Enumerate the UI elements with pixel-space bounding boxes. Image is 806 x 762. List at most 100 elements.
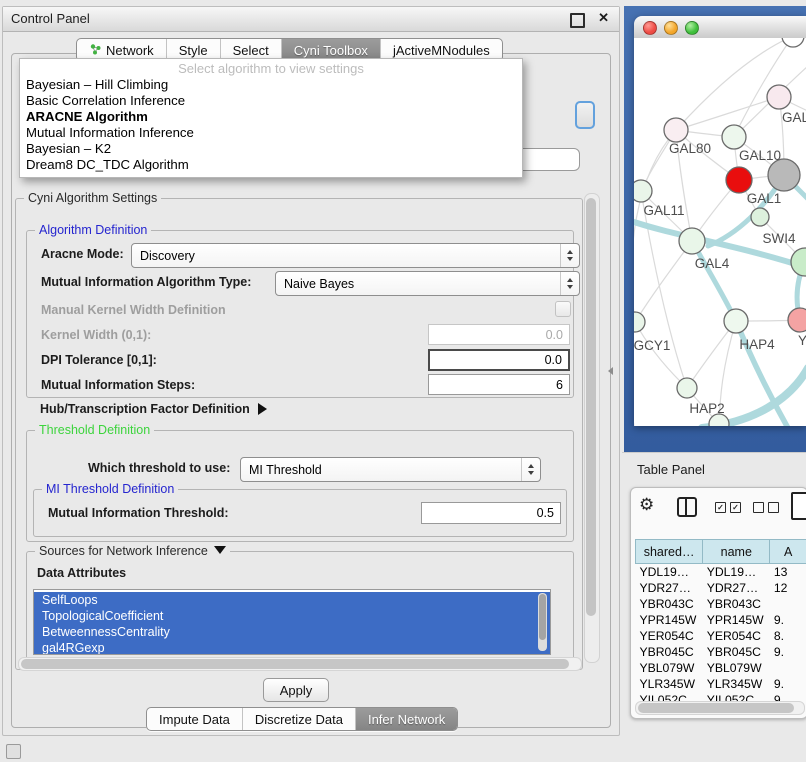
table-cell[interactable]: YER054C (703, 628, 770, 644)
network-node[interactable] (767, 85, 791, 109)
table-row[interactable]: YPR145WYPR145W9. (636, 612, 806, 628)
network-node[interactable] (724, 309, 748, 333)
deselect-all-icon[interactable] (753, 502, 779, 513)
document-icon[interactable] (791, 492, 806, 520)
float-window-icon[interactable] (570, 13, 585, 28)
network-node[interactable] (634, 312, 645, 332)
close-traffic-light-icon[interactable] (643, 21, 657, 35)
table-cell[interactable]: YBL079W (636, 660, 703, 676)
table-cell[interactable]: 9. (770, 676, 806, 692)
minimize-traffic-light-icon[interactable] (664, 21, 678, 35)
network-edge-highlighted[interactable] (692, 241, 736, 321)
table-cell[interactable]: YER054C (636, 628, 703, 644)
table-hscroll-thumb[interactable] (638, 703, 794, 713)
table-cell[interactable]: YBR045C (636, 644, 703, 660)
table-cell[interactable]: YBL079W (703, 660, 770, 676)
network-node[interactable] (679, 228, 705, 254)
network-window-titlebar[interactable] (634, 16, 806, 39)
tab-impute-data[interactable]: Impute Data (147, 708, 242, 730)
expand-arrow-icon[interactable] (258, 403, 267, 415)
table-cell[interactable]: 12 (770, 580, 806, 596)
tab-discretize-data[interactable]: Discretize Data (242, 708, 355, 730)
table-cell[interactable]: YLR345W (703, 676, 770, 692)
table-cell[interactable]: YPR145W (636, 612, 703, 628)
network-canvas[interactable]: GALGAL80GAL10GAL1GAL11SWI4GAL4GCY1HAP4YH… (634, 38, 806, 426)
collapse-arrow-icon[interactable] (214, 546, 226, 554)
network-edge[interactable] (676, 38, 793, 130)
network-node[interactable] (726, 167, 752, 193)
settings-vscroll-thumb[interactable] (586, 198, 596, 616)
table-row[interactable]: YBR045CYBR045C9. (636, 644, 806, 660)
table-cell[interactable]: YPR145W (703, 612, 770, 628)
table-cell[interactable]: 9. (770, 612, 806, 628)
attribute-item-selfloops[interactable]: SelfLoops (34, 592, 550, 608)
column-header-a[interactable]: A (770, 540, 806, 564)
table-cell[interactable]: YDR27… (703, 580, 770, 596)
network-node[interactable] (664, 118, 688, 142)
table-cell[interactable]: 9. (770, 644, 806, 660)
attribute-item-gal4rgexp[interactable]: gal4RGexp (34, 640, 550, 655)
close-icon[interactable]: ✕ (598, 10, 609, 26)
attributes-scrollbar[interactable] (538, 593, 547, 651)
network-edge[interactable] (641, 191, 687, 388)
algorithm-option-dream8-dc-tdc-algorithm[interactable]: Dream8 DC_TDC Algorithm (20, 157, 522, 173)
splitter-collapse-icon[interactable] (608, 367, 613, 375)
table-row[interactable]: YBL079WYBL079W (636, 660, 806, 676)
table-cell[interactable]: YLR345W (636, 676, 703, 692)
attributes-scrollbar-thumb[interactable] (539, 594, 546, 640)
table-row[interactable]: YDL19…YDL19…13 (636, 564, 806, 581)
network-node[interactable] (751, 208, 769, 226)
select-all-icon[interactable]: ✓✓ (715, 502, 741, 513)
table-row[interactable]: YER054CYER054C8. (636, 628, 806, 644)
table-cell[interactable]: YDL19… (703, 564, 770, 581)
columns-icon[interactable] (677, 497, 697, 517)
network-node[interactable] (791, 248, 806, 276)
spinner-icon[interactable] (521, 458, 540, 481)
table-row[interactable]: YBR043CYBR043C (636, 596, 806, 612)
sources-group-title[interactable]: Sources for Network Inference (35, 544, 230, 558)
table-cell[interactable]: 13 (770, 564, 806, 581)
manual-kernel-checkbox[interactable] (555, 301, 571, 317)
tab-infer-network[interactable]: Infer Network (355, 708, 457, 730)
algorithm-option-bayesian-hill-climbing[interactable]: Bayesian – Hill Climbing (20, 77, 522, 93)
hub-definition-toggle[interactable]: Hub/Transcription Factor Definition (40, 402, 267, 416)
settings-vertical-scrollbar[interactable] (584, 193, 600, 663)
table-cell[interactable]: YBR045C (703, 644, 770, 660)
column-header-name[interactable]: name (703, 540, 770, 564)
network-edge[interactable] (635, 322, 687, 388)
algorithm-option-mutual-information-inference[interactable]: Mutual Information Inference (20, 125, 522, 141)
network-node[interactable] (722, 125, 746, 149)
table-cell[interactable]: YBR043C (636, 596, 703, 612)
help-button[interactable] (575, 101, 595, 129)
attribute-item-betweennesscentrality[interactable]: BetweennessCentrality (34, 624, 550, 640)
network-node[interactable] (782, 38, 804, 47)
network-node[interactable] (768, 159, 800, 191)
algorithm-option-basic-correlation-inference[interactable]: Basic Correlation Inference (20, 93, 522, 109)
which-threshold-select[interactable]: MI Threshold (240, 457, 541, 482)
gear-icon[interactable]: ⚙ (639, 496, 654, 513)
column-header-shared[interactable]: shared… (636, 540, 703, 564)
mi-type-select[interactable]: Naive Bayes (275, 271, 580, 296)
attribute-item-topologicalcoefficient[interactable]: TopologicalCoefficient (34, 608, 550, 624)
table-cell[interactable]: YDR27… (636, 580, 703, 596)
network-selector-fragment[interactable] (521, 148, 580, 171)
table-cell[interactable] (770, 596, 806, 612)
network-node[interactable] (634, 180, 652, 202)
table-cell[interactable]: 8. (770, 628, 806, 644)
spinner-icon[interactable] (560, 244, 579, 267)
algorithm-option-bayesian-k2[interactable]: Bayesian – K2 (20, 141, 522, 157)
kernel-width-field[interactable] (428, 324, 570, 345)
dpi-tolerance-field[interactable] (428, 349, 570, 371)
mi-threshold-field[interactable] (421, 502, 561, 524)
aracne-mode-select[interactable]: Discovery (131, 243, 580, 268)
settings-hscroll-thumb[interactable] (21, 659, 569, 669)
mi-steps-field[interactable] (428, 374, 570, 395)
table-cell[interactable]: YBR043C (703, 596, 770, 612)
apply-button[interactable]: Apply (263, 678, 329, 702)
table-row[interactable]: YLR345WYLR345W9. (636, 676, 806, 692)
network-edge[interactable] (635, 241, 692, 322)
table-cell[interactable]: YDL19… (636, 564, 703, 581)
table-row[interactable]: YDR27…YDR27…12 (636, 580, 806, 596)
network-node[interactable] (677, 378, 697, 398)
panel-grip-icon[interactable] (6, 744, 21, 759)
